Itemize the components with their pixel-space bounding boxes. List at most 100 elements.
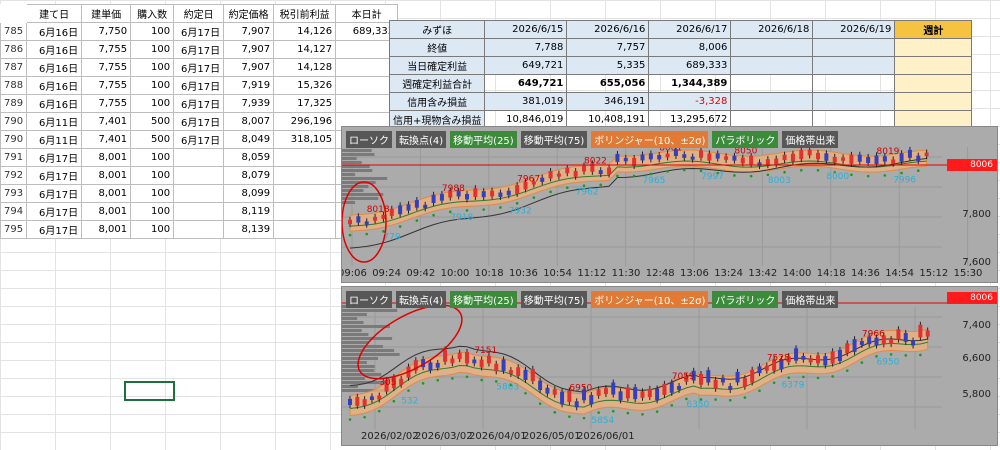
summary-value[interactable]: 689,333	[648, 56, 732, 75]
trade-cell-price[interactable]: 8,001	[81, 220, 132, 239]
parabolic-tag[interactable]: パラボリック	[712, 291, 779, 308]
trade-cell-date[interactable]: 6月11日	[26, 112, 83, 131]
trade-cell-date[interactable]: 6月17日	[26, 166, 83, 185]
trade-cell-qty[interactable]: 500	[130, 112, 175, 131]
pivot-tag[interactable]: 転換点(4)	[396, 131, 447, 148]
trade-cell-profit[interactable]: 14,126	[273, 22, 337, 41]
trade-cell-exec-price[interactable]: 7,907	[223, 40, 275, 59]
trade-cell-date[interactable]: 6月17日	[26, 184, 83, 203]
trade-cell-profit[interactable]	[273, 202, 337, 221]
trade-cell-exec-date[interactable]	[173, 202, 225, 221]
summary-value[interactable]: 381,019	[484, 92, 568, 111]
summary-value[interactable]: 655,056	[566, 74, 650, 93]
trade-cell-exec-price[interactable]: 8,059	[223, 148, 275, 167]
trade-cell-exec-price[interactable]: 8,079	[223, 166, 275, 185]
trade-cell-no[interactable]: 791	[0, 148, 28, 167]
trade-cell-price[interactable]: 7,401	[81, 130, 132, 149]
trade-cell-profit[interactable]: 296,196	[273, 112, 337, 131]
trade-cell-exec-date[interactable]	[173, 166, 225, 185]
trade-cell-price[interactable]: 7,401	[81, 112, 132, 131]
ma25-tag[interactable]: 移動平均(25)	[450, 291, 517, 308]
trade-cell-exec-date[interactable]	[173, 148, 225, 167]
bollinger-tag[interactable]: ボリンジャー(10、±2σ)	[591, 131, 709, 148]
summary-value[interactable]: 7,757	[566, 38, 650, 57]
trade-cell-no[interactable]: 793	[0, 184, 28, 203]
trade-cell-qty[interactable]: 100	[130, 220, 175, 239]
trade-cell-price[interactable]: 7,755	[81, 94, 132, 113]
trade-cell-no[interactable]: 792	[0, 166, 28, 185]
trade-cell-no[interactable]: 794	[0, 202, 28, 221]
trade-cell-exec-price[interactable]: 7,919	[223, 76, 275, 95]
trade-cell-qty[interactable]: 100	[130, 40, 175, 59]
trade-cell-qty[interactable]: 100	[130, 58, 175, 77]
summary-value[interactable]: 8,006	[648, 38, 732, 57]
trade-cell-exec-date[interactable]: 6月17日	[173, 22, 225, 41]
summary-value[interactable]: 1,344,389	[648, 74, 732, 93]
trade-cell-date[interactable]: 6月16日	[26, 58, 83, 77]
trade-cell-exec-price[interactable]: 7,939	[223, 94, 275, 113]
trade-cell-exec-price[interactable]: 7,907	[223, 58, 275, 77]
candle-tag[interactable]: ローソク	[346, 131, 392, 148]
trade-cell-profit[interactable]: 15,326	[273, 76, 337, 95]
trade-cell-exec-price[interactable]: 8,139	[223, 220, 275, 239]
trade-cell-profit[interactable]	[273, 184, 337, 203]
summary-value[interactable]	[730, 56, 814, 75]
trade-cell-profit[interactable]	[273, 166, 337, 185]
trade-cell-profit[interactable]	[273, 220, 337, 239]
trade-cell-price[interactable]: 7,755	[81, 58, 132, 77]
trade-cell-qty[interactable]: 100	[130, 184, 175, 203]
trade-cell-no[interactable]: 788	[0, 76, 28, 95]
trade-cell-profit[interactable]: 14,128	[273, 58, 337, 77]
summary-value[interactable]	[812, 74, 896, 93]
trade-cell-price[interactable]: 8,001	[81, 166, 132, 185]
summary-value[interactable]: 649,721	[484, 74, 568, 93]
summary-value[interactable]	[812, 38, 896, 57]
pivot-tag[interactable]: 転換点(4)	[396, 291, 447, 308]
trade-cell-exec-date[interactable]: 6月17日	[173, 130, 225, 149]
summary-value[interactable]	[730, 38, 814, 57]
trade-cell-date[interactable]: 6月16日	[26, 94, 83, 113]
trade-cell-profit[interactable]: 318,105	[273, 130, 337, 149]
parabolic-tag[interactable]: パラボリック	[712, 131, 779, 148]
trade-cell-qty[interactable]: 100	[130, 148, 175, 167]
summary-value[interactable]	[812, 56, 896, 75]
trade-cell-exec-price[interactable]: 8,007	[223, 112, 275, 131]
trade-cell-no[interactable]: 787	[0, 58, 28, 77]
trade-cell-exec-date[interactable]	[173, 184, 225, 203]
trade-cell-date[interactable]: 6月17日	[26, 220, 83, 239]
summary-value[interactable]: 7,788	[484, 38, 568, 57]
trade-cell-profit[interactable]: 17,325	[273, 94, 337, 113]
trade-cell-no[interactable]: 789	[0, 94, 28, 113]
trade-cell-no[interactable]: 790	[0, 130, 28, 149]
volume-profile-tag[interactable]: 価格帯出来	[782, 291, 839, 308]
trade-cell-date[interactable]: 6月17日	[26, 202, 83, 221]
ma75-tag[interactable]: 移動平均(75)	[520, 291, 588, 308]
summary-value[interactable]: 346,191	[566, 92, 650, 111]
trade-cell-profit[interactable]	[273, 148, 337, 167]
summary-value[interactable]: -3,328	[648, 92, 732, 111]
weekly-total-cell[interactable]	[894, 38, 973, 57]
trade-cell-no[interactable]: 795	[0, 220, 28, 239]
selected-cell[interactable]	[124, 381, 175, 401]
trade-cell-qty[interactable]: 100	[130, 22, 175, 41]
trade-cell-exec-price[interactable]: 7,907	[223, 22, 275, 41]
trade-cell-price[interactable]: 8,001	[81, 148, 132, 167]
trade-cell-price[interactable]: 8,001	[81, 202, 132, 221]
trade-cell-qty[interactable]: 100	[130, 94, 175, 113]
candle-tag[interactable]: ローソク	[346, 291, 392, 308]
trade-cell-exec-date[interactable]: 6月17日	[173, 58, 225, 77]
weekly-total-cell[interactable]	[894, 92, 973, 111]
trade-cell-date[interactable]: 6月16日	[26, 22, 83, 41]
trade-cell-exec-date[interactable]	[173, 220, 225, 239]
trade-cell-exec-date[interactable]: 6月17日	[173, 94, 225, 113]
summary-value[interactable]: 5,335	[566, 56, 650, 75]
trade-cell-exec-price[interactable]: 8,049	[223, 130, 275, 149]
ma25-tag[interactable]: 移動平均(25)	[450, 131, 517, 148]
trade-cell-date[interactable]: 6月16日	[26, 76, 83, 95]
summary-value[interactable]	[812, 92, 896, 111]
trade-cell-no[interactable]: 785	[0, 22, 28, 41]
trade-cell-qty[interactable]: 100	[130, 76, 175, 95]
trade-cell-exec-price[interactable]: 8,119	[223, 202, 275, 221]
summary-value[interactable]	[730, 92, 814, 111]
trade-cell-qty[interactable]: 500	[130, 130, 175, 149]
